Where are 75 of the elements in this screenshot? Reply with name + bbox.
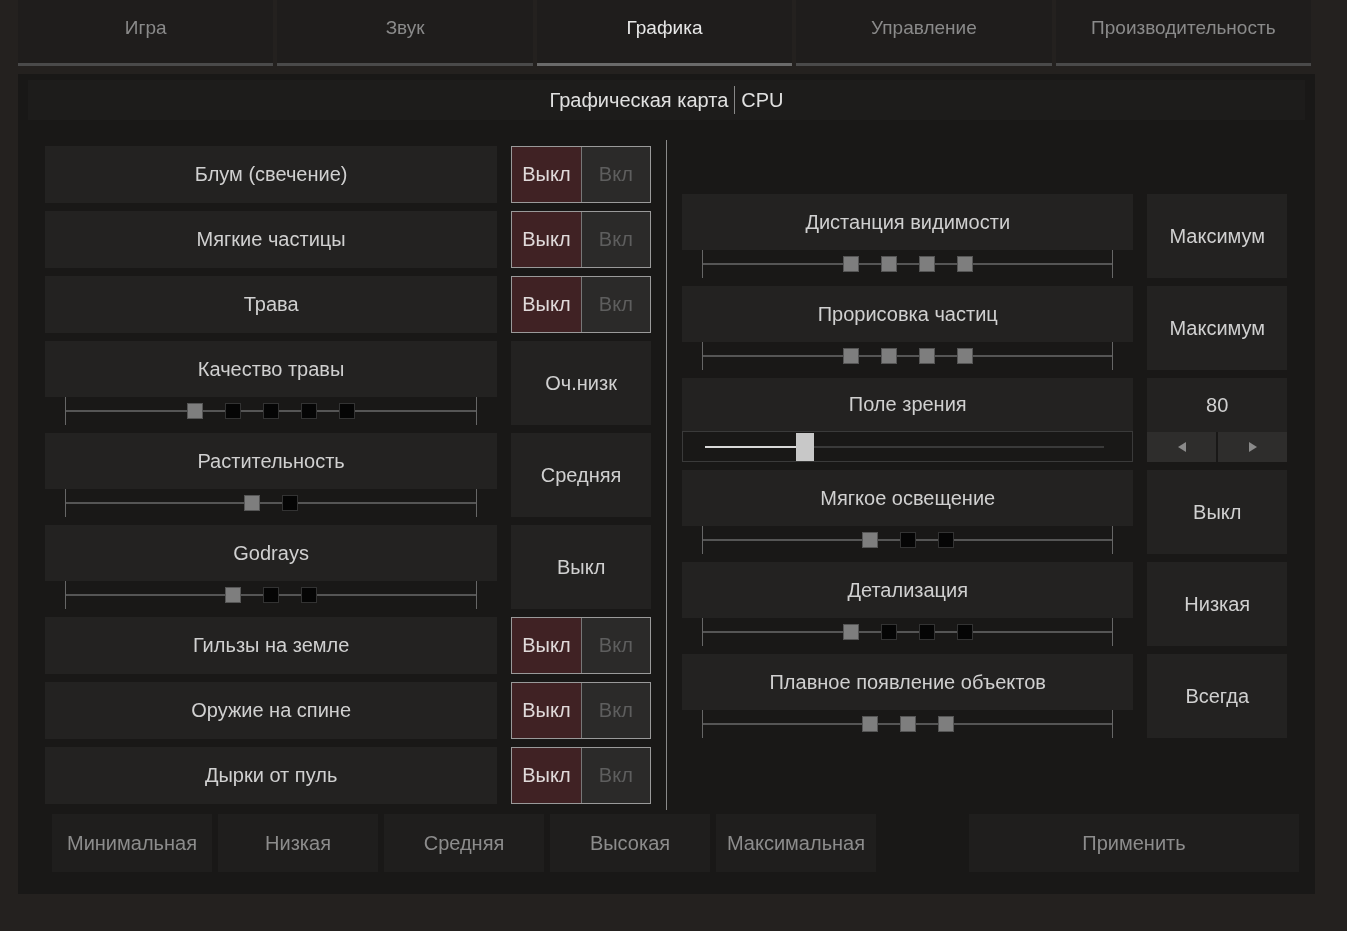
toggle-option[interactable]: Выкл	[512, 683, 581, 738]
tab[interactable]: Игра	[18, 0, 274, 66]
step-marker[interactable]	[937, 716, 954, 732]
setting-value: Максимум	[1147, 286, 1287, 370]
setting-label: Трава	[45, 276, 498, 333]
step-marker[interactable]	[880, 256, 897, 272]
step-marker[interactable]	[861, 716, 878, 732]
step-marker[interactable]	[282, 495, 299, 511]
setting-value: Выкл	[511, 525, 651, 609]
toggle-option[interactable]: Выкл	[512, 147, 581, 202]
step-marker[interactable]	[899, 716, 916, 732]
setting-value: Выкл	[1147, 470, 1287, 554]
setting-value: Оч.низк	[511, 341, 651, 425]
setting-value: Низкая	[1147, 562, 1287, 646]
step-marker[interactable]	[187, 403, 204, 419]
apply-button[interactable]: Применить	[969, 814, 1299, 872]
left-triangle-icon	[1176, 441, 1187, 453]
step-marker[interactable]	[225, 403, 242, 419]
setting-label: Прорисовка частиц	[682, 286, 1134, 342]
setting-value: Средняя	[511, 433, 651, 517]
subtab[interactable]: Графическая карта	[549, 88, 729, 112]
step-marker[interactable]	[899, 532, 916, 548]
step-marker[interactable]	[263, 587, 280, 603]
slider-thumb[interactable]	[795, 432, 814, 461]
step-marker[interactable]	[956, 256, 973, 272]
toggle-option[interactable]: Выкл	[512, 618, 581, 673]
preset-button[interactable]: Минимальная	[52, 814, 212, 872]
setting-label: Дырки от пуль	[45, 747, 498, 804]
tab[interactable]: Графика	[536, 0, 793, 66]
setting-label: Плавное появление объектов	[682, 654, 1134, 710]
setting-label: Блум (свечение)	[45, 146, 498, 203]
step-marker[interactable]	[263, 403, 280, 419]
tab[interactable]: Управление	[796, 0, 1052, 66]
step-marker[interactable]	[956, 348, 973, 364]
step-marker[interactable]	[861, 532, 878, 548]
step-marker[interactable]	[956, 624, 973, 640]
setting-label: Мягкие частицы	[45, 211, 498, 268]
setting-value: Максимум	[1147, 194, 1287, 278]
preset-button[interactable]: Средняя	[384, 814, 544, 872]
preset-button[interactable]: Высокая	[550, 814, 710, 872]
step-marker[interactable]	[301, 587, 318, 603]
step-marker[interactable]	[339, 403, 356, 419]
setting-label: Godrays	[45, 525, 498, 581]
setting-value: 80	[1147, 378, 1287, 432]
step-marker[interactable]	[880, 624, 897, 640]
step-marker[interactable]	[301, 403, 318, 419]
step-marker[interactable]	[842, 348, 859, 364]
toggle-option[interactable]: Выкл	[512, 277, 581, 332]
step-marker[interactable]	[918, 256, 935, 272]
preset-button[interactable]: Максимальная	[716, 814, 876, 872]
toggle-option[interactable]: Выкл	[512, 212, 581, 267]
setting-label: Растительность	[45, 433, 498, 489]
setting-label: Оружие на спине	[45, 682, 498, 739]
right-triangle-icon	[1247, 441, 1258, 453]
setting-label: Качество травы	[45, 341, 498, 397]
setting-label: Гильзы на земле	[45, 617, 498, 674]
step-marker[interactable]	[937, 532, 954, 548]
step-marker[interactable]	[880, 348, 897, 364]
toggle-option[interactable]: Выкл	[512, 748, 581, 803]
subtab[interactable]: CPU	[741, 88, 784, 112]
step-marker[interactable]	[842, 256, 859, 272]
tab[interactable]: Звук	[277, 0, 533, 66]
step-marker[interactable]	[918, 624, 935, 640]
tab[interactable]: Производительность	[1055, 0, 1312, 66]
step-marker[interactable]	[842, 624, 859, 640]
setting-value: Всегда	[1147, 654, 1287, 738]
step-marker[interactable]	[225, 587, 242, 603]
preset-button[interactable]: Низкая	[218, 814, 378, 872]
step-marker[interactable]	[244, 495, 261, 511]
slider[interactable]	[682, 431, 1134, 462]
setting-label: Детализация	[682, 562, 1134, 618]
setting-label: Поле зрения	[682, 378, 1134, 432]
setting-label: Дистанция видимости	[682, 194, 1134, 250]
setting-label: Мягкое освещение	[682, 470, 1134, 526]
step-marker[interactable]	[918, 348, 935, 364]
